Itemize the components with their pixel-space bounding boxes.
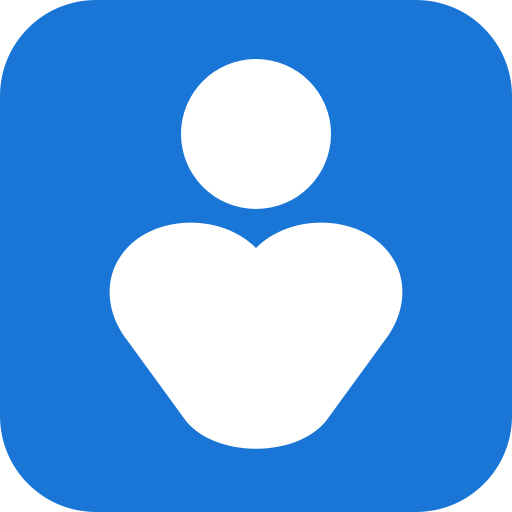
app-icon[interactable] (0, 0, 512, 512)
person-head-icon (181, 59, 331, 209)
person-heart-icon (0, 0, 512, 512)
